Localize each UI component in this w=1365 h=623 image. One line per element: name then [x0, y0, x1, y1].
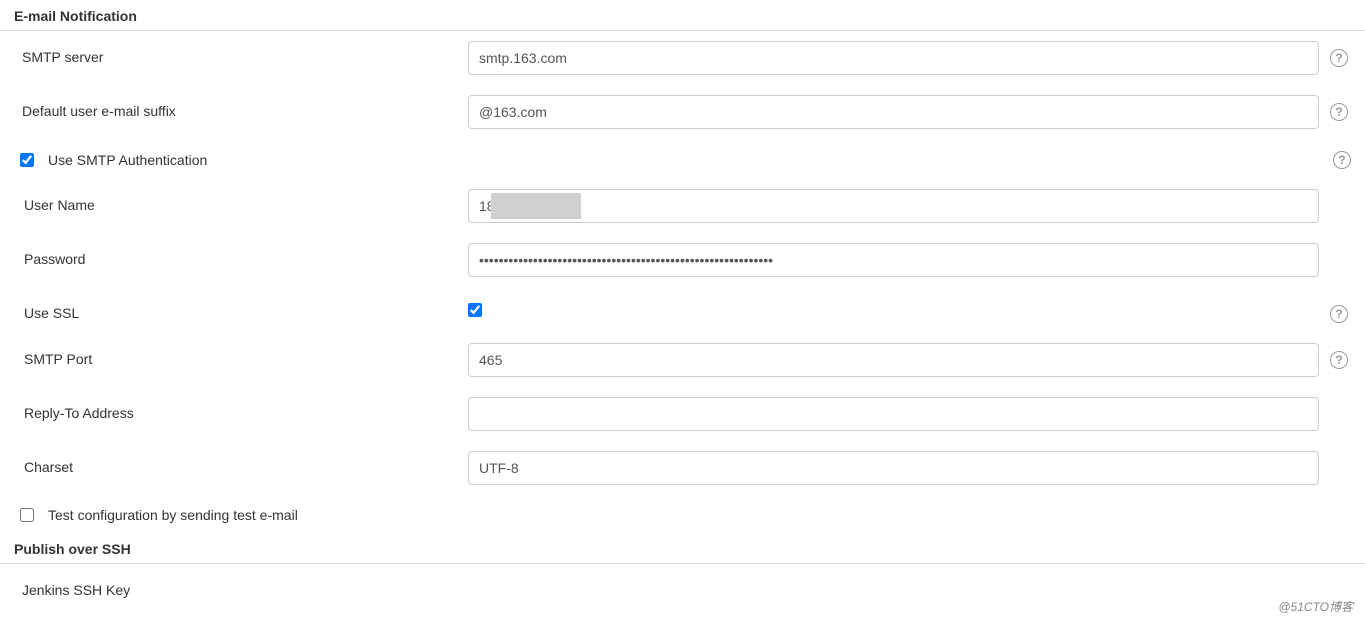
label-smtp-port: SMTP Port: [14, 343, 468, 367]
label-use-smtp-auth: Use SMTP Authentication: [48, 152, 207, 168]
row-default-suffix: Default user e-mail suffix ?: [14, 85, 1351, 139]
label-charset: Charset: [14, 451, 468, 475]
section-publish-ssh-header: Publish over SSH: [0, 533, 1365, 564]
row-test-config: Test configuration by sending test e-mai…: [14, 495, 1351, 533]
row-smtp-server: SMTP server ?: [14, 31, 1351, 85]
help-icon[interactable]: ?: [1333, 151, 1351, 169]
input-smtp-server[interactable]: [468, 41, 1319, 75]
checkbox-use-smtp-auth[interactable]: [20, 153, 34, 167]
row-user-name: User Name: [14, 179, 1351, 233]
email-notification-form: SMTP server ? Default user e-mail suffix…: [0, 31, 1365, 533]
label-password: Password: [14, 243, 468, 267]
checkbox-test-config[interactable]: [20, 508, 34, 522]
help-icon[interactable]: ?: [1330, 103, 1348, 121]
row-smtp-port: SMTP Port ?: [14, 333, 1351, 387]
row-use-smtp-auth: Use SMTP Authentication ?: [14, 139, 1351, 179]
row-ssh-key: Jenkins SSH Key: [14, 564, 1351, 608]
input-reply-to[interactable]: [468, 397, 1319, 431]
publish-ssh-form: Jenkins SSH Key: [0, 564, 1365, 608]
label-default-suffix: Default user e-mail suffix: [14, 95, 468, 119]
checkbox-use-ssl[interactable]: [468, 303, 482, 317]
watermark: @51CTO博客: [1278, 598, 1353, 615]
label-ssh-key: Jenkins SSH Key: [14, 574, 468, 598]
help-icon[interactable]: ?: [1330, 351, 1348, 369]
label-test-config: Test configuration by sending test e-mai…: [48, 507, 298, 523]
label-reply-to: Reply-To Address: [14, 397, 468, 421]
help-icon[interactable]: ?: [1330, 49, 1348, 67]
label-use-ssl: Use SSL: [14, 297, 468, 321]
input-charset[interactable]: [468, 451, 1319, 485]
input-user-name[interactable]: [468, 189, 1319, 223]
input-password[interactable]: [468, 243, 1319, 277]
row-reply-to: Reply-To Address: [14, 387, 1351, 441]
help-icon[interactable]: ?: [1330, 305, 1348, 323]
label-user-name: User Name: [14, 189, 468, 213]
row-use-ssl: Use SSL ?: [14, 287, 1351, 333]
input-default-suffix[interactable]: [468, 95, 1319, 129]
section-email-notification-header: E-mail Notification: [0, 0, 1365, 31]
row-password: Password: [14, 233, 1351, 287]
row-charset: Charset: [14, 441, 1351, 495]
input-smtp-port[interactable]: [468, 343, 1319, 377]
label-smtp-server: SMTP server: [14, 41, 468, 65]
